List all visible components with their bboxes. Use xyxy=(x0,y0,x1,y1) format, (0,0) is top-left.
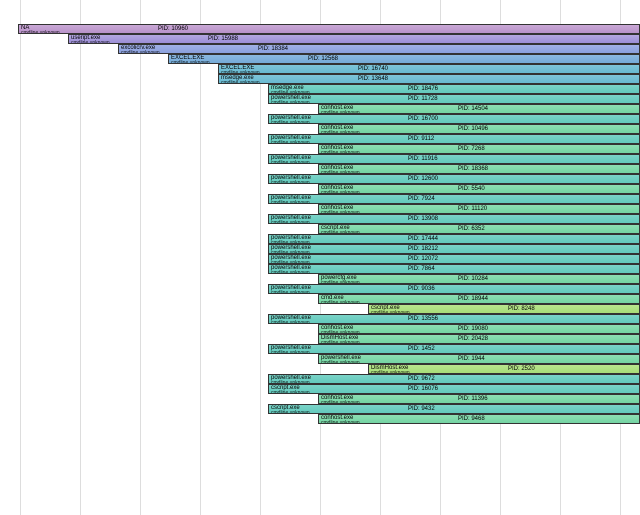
pid-label: PID: 13556 xyxy=(408,314,438,324)
pid-label: PID: 11728 xyxy=(408,94,438,104)
pid-label: PID: 18212 xyxy=(408,244,438,254)
pid-label: PID: 12600 xyxy=(408,174,438,184)
pid-label: PID: 16740 xyxy=(358,64,388,74)
pid-label: PID: 9036 xyxy=(408,284,435,294)
process-bar[interactable]: powershell.execmdline unknown xyxy=(268,94,640,104)
pid-label: PID: 9112 xyxy=(408,134,434,144)
process-bar[interactable]: powershell.execmdline unknown xyxy=(268,234,640,244)
pid-label: PID: 18476 xyxy=(408,84,438,94)
process-bar[interactable]: powershell.execmdline unknown xyxy=(268,284,640,294)
pid-label: PID: 10960 xyxy=(158,24,188,34)
process-bar[interactable]: powershell.execmdline unknown xyxy=(268,314,640,324)
process-bar[interactable]: excolicrv.execmdline unknown xyxy=(118,44,640,54)
pid-label: PID: 10284 xyxy=(458,274,488,284)
process-bar[interactable]: powershell.execmdline unknown xyxy=(268,174,640,184)
process-bar[interactable]: EXCEL.EXEcmdline unknown xyxy=(218,64,640,74)
process-bar[interactable]: cscript.execmdline unknown xyxy=(268,404,640,414)
pid-label: PID: 18384 xyxy=(258,44,288,54)
process-bar[interactable]: EXCEL.EXEcmdline unknown xyxy=(168,54,640,64)
process-bar[interactable]: powershell.execmdline unknown xyxy=(268,374,640,384)
process-bar[interactable]: powershell.execmdline unknown xyxy=(268,154,640,164)
process-bar[interactable]: powershell.execmdline unknown xyxy=(268,254,640,264)
pid-label: PID: 11396 xyxy=(458,394,488,404)
process-bar[interactable]: powershell.execmdline unknown xyxy=(268,244,640,254)
grid-line xyxy=(200,0,201,515)
pid-label: PID: 7924 xyxy=(408,194,435,204)
pid-label: PID: 1452 xyxy=(408,344,435,354)
process-bar[interactable]: DismHost.execmdline unknown xyxy=(368,364,640,374)
pid-label: PID: 13648 xyxy=(358,74,388,84)
pid-label: PID: 8248 xyxy=(508,304,535,314)
pid-label: PID: 11916 xyxy=(408,154,438,164)
process-bar[interactable]: msedge.execmdline unknown xyxy=(218,74,640,84)
grid-line xyxy=(20,0,21,515)
pid-label: PID: 16076 xyxy=(408,384,438,394)
pid-label: PID: 1944 xyxy=(458,354,485,364)
pid-label: PID: 2520 xyxy=(508,364,535,374)
pid-label: PID: 9672 xyxy=(408,374,435,384)
process-bar[interactable]: powershell.execmdline unknown xyxy=(268,214,640,224)
process-bar[interactable]: powershell.execmdline unknown xyxy=(268,194,640,204)
grid-line xyxy=(140,0,141,515)
pid-label: PID: 14504 xyxy=(458,104,488,114)
process-bar[interactable]: useript.execmdline unknown xyxy=(68,34,640,44)
process-bar[interactable]: cscript.execmdline unknown xyxy=(268,384,640,394)
pid-label: PID: 10496 xyxy=(458,124,488,134)
pid-label: PID: 18368 xyxy=(458,164,488,174)
process-bar[interactable]: powershell.execmdline unknown xyxy=(268,264,640,274)
pid-label: PID: 12072 xyxy=(408,254,438,264)
pid-label: PID: 16700 xyxy=(408,114,438,124)
pid-label: PID: 19080 xyxy=(458,324,488,334)
process-bar[interactable]: powershell.execmdline unknown xyxy=(268,134,640,144)
pid-label: PID: 13908 xyxy=(408,214,438,224)
pid-label: PID: 12568 xyxy=(308,54,338,64)
grid-line xyxy=(80,0,81,515)
pid-label: PID: 9468 xyxy=(458,414,485,424)
pid-label: PID: 5540 xyxy=(458,184,485,194)
pid-label: PID: 11120 xyxy=(458,204,487,214)
process-bar[interactable]: msedge.execmdline unknown xyxy=(268,84,640,94)
process-bar[interactable]: powershell.execmdline unknown xyxy=(268,114,640,124)
pid-label: PID: 7268 xyxy=(458,144,485,154)
pid-label: PID: 17444 xyxy=(408,234,438,244)
process-bar[interactable]: NAcmdline unknown xyxy=(18,24,640,34)
pid-label: PID: 18944 xyxy=(458,294,488,304)
pid-label: PID: 6352 xyxy=(458,224,485,234)
pid-label: PID: 15988 xyxy=(208,34,238,44)
process-bar[interactable]: cscript.execmdline unknown xyxy=(368,304,640,314)
pid-label: PID: 9432 xyxy=(408,404,435,414)
pid-label: PID: 7864 xyxy=(408,264,435,274)
pid-label: PID: 20428 xyxy=(458,334,488,344)
process-bar[interactable]: powershell.execmdline unknown xyxy=(268,344,640,354)
